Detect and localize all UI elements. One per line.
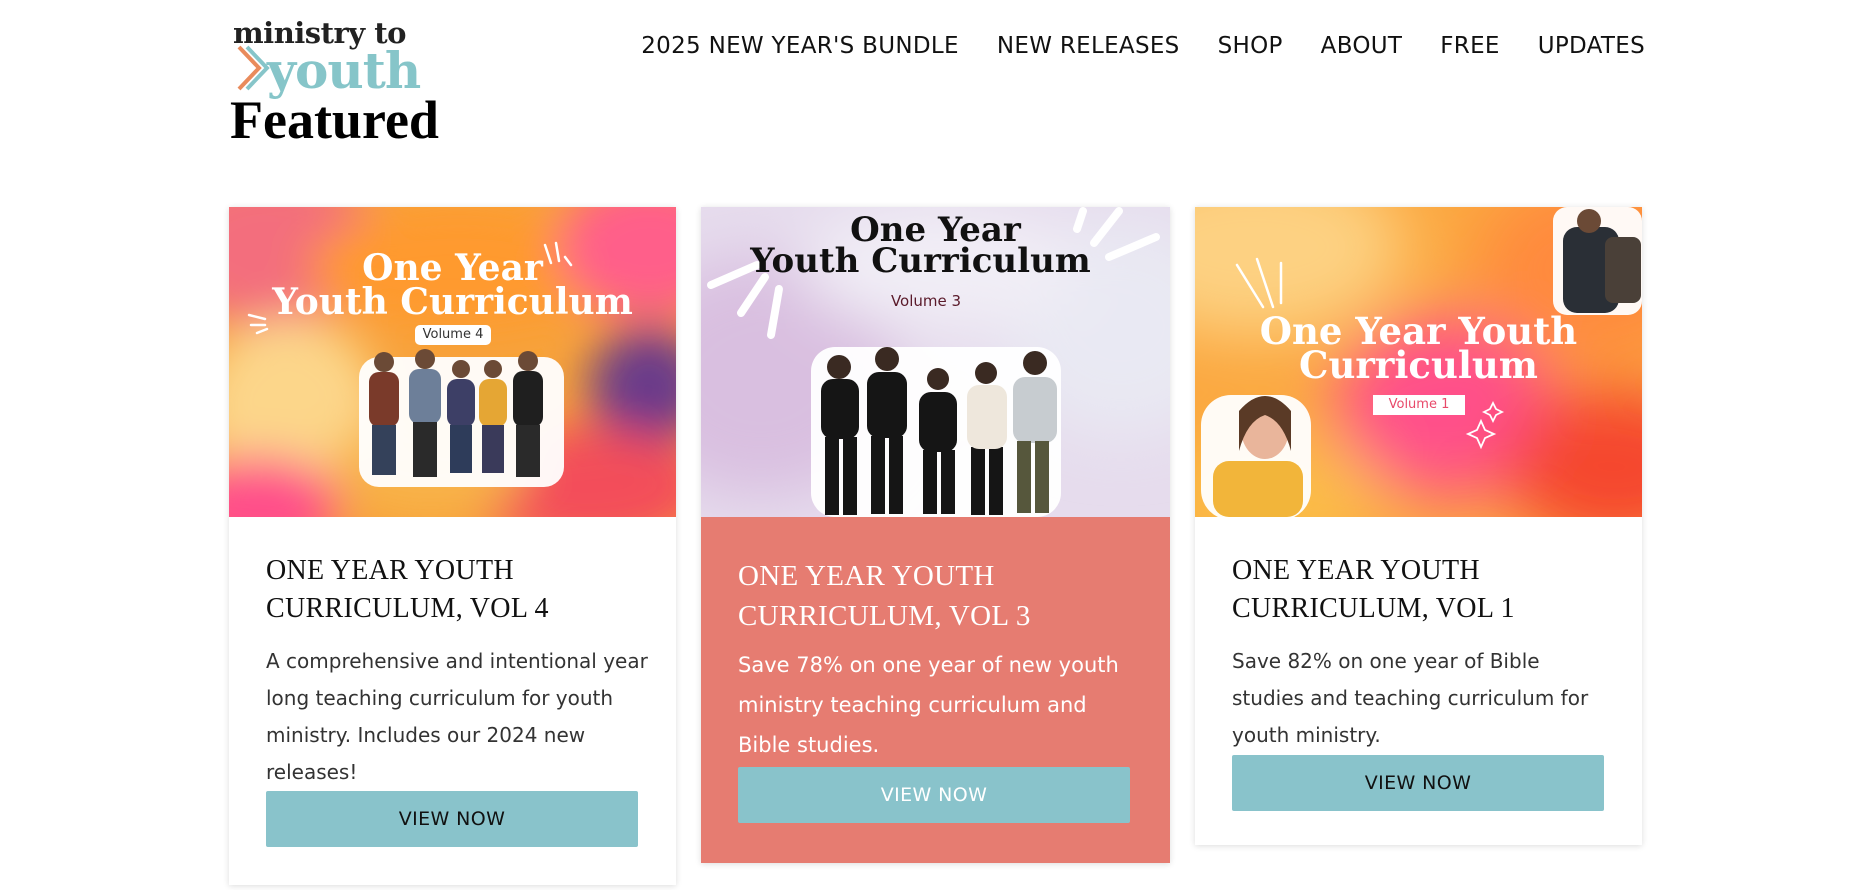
hero-title-line2: Youth Curriculum [272,281,633,323]
hero-title-line2: Youth Curriculum [750,241,1091,281]
nav-link-new-years-bundle[interactable]: 2025 NEW YEAR'S BUNDLE [641,31,959,61]
nav-link-new-releases[interactable]: NEW RELEASES [997,31,1180,61]
people-group [811,347,1061,517]
product-card-vol-4: One Year Youth Curriculum Volume 4 ONE Y… [229,207,676,885]
site-logo[interactable]: ministry to youth [233,18,421,98]
nav-link-free[interactable]: FREE [1440,31,1499,61]
people-group [359,349,564,487]
nav-link-updates[interactable]: UPDATES [1538,31,1645,61]
product-image-vol-1[interactable]: One Year Youth Curriculum Volume 1 [1195,207,1642,517]
hero-title-line2: Curriculum [1299,343,1538,387]
main-nav: 2025 NEW YEAR'S BUNDLE NEW RELEASES SHOP… [641,31,1645,61]
product-image-vol-3[interactable]: One Year Youth Curriculum Volume 3 [701,207,1170,517]
product-title[interactable]: ONE YEAR YOUTH CURRICULUM, VOL 4 [266,552,656,628]
person-with-backpack [1553,207,1642,315]
product-title[interactable]: ONE YEAR YOUTH CURRICULUM, VOL 1 [1232,552,1622,628]
product-description: Save 82% on one year of Bible studies an… [1232,649,1589,747]
smiling-girl [1201,395,1311,517]
view-now-button[interactable]: VIEW NOW [738,767,1130,823]
nav-link-about[interactable]: ABOUT [1321,31,1403,61]
view-now-button[interactable]: VIEW NOW [266,791,638,847]
page-title: Featured [230,90,439,150]
view-now-button[interactable]: VIEW NOW [1232,755,1604,811]
nav-link-shop[interactable]: SHOP [1218,31,1283,61]
product-card-vol-1: One Year Youth Curriculum Volume 1 ONE Y… [1195,207,1642,845]
volume-badge: Volume 1 [1373,395,1465,415]
product-description: A comprehensive and intentional year lon… [266,649,648,784]
volume-badge: Volume 3 [890,292,962,310]
product-image-vol-4[interactable]: One Year Youth Curriculum Volume 4 [229,207,676,517]
volume-badge: Volume 4 [415,325,491,345]
product-description: Save 78% on one year of new youth minist… [738,653,1119,757]
product-card-vol-3: One Year Youth Curriculum Volume 3 ONE Y… [701,207,1170,863]
product-title[interactable]: ONE YEAR YOUTH CURRICULUM, VOL 3 [738,556,1138,636]
